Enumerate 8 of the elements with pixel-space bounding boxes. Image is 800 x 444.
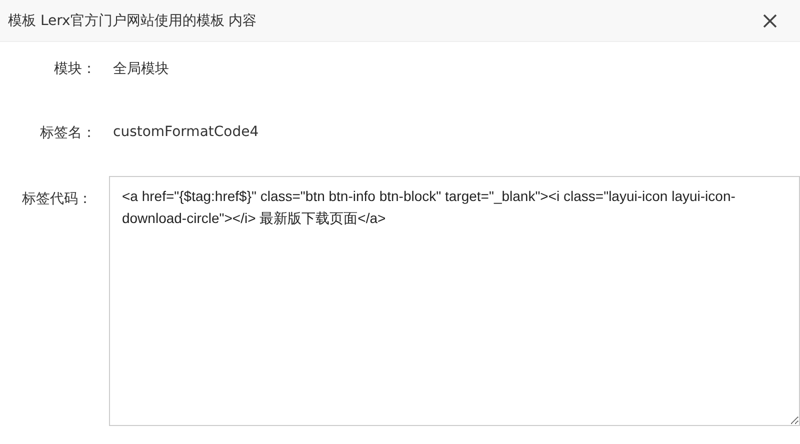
dialog-title: 模板 Lerx官方门户网站使用的模板 内容 [8,12,257,30]
field-value: customFormatCode4 [113,123,259,140]
close-icon[interactable] [762,12,778,28]
field-value: 全局模块 [113,60,169,78]
field-label: 标签代码： [20,190,92,208]
code-textarea[interactable]: <a href="{$tag:href$}" class="btn btn-info btn-block" target="_blank"><i class="layui-icon layui-icon-download-circle"></i> 最新版下载页面</a> [108,176,800,426]
field-label: 标签名： [39,124,96,142]
field-label: 模块： [53,60,96,78]
